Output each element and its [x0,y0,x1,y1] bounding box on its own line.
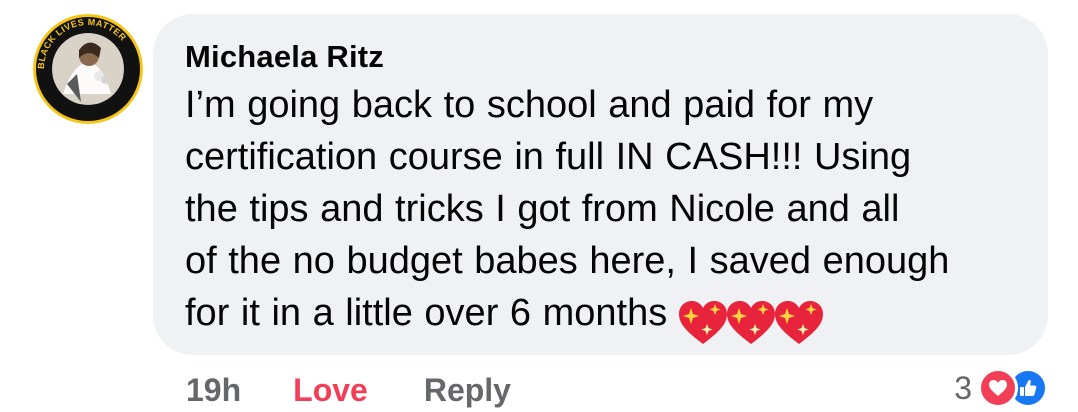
love-button[interactable]: Love [293,372,368,409]
comment-actions: 19h Love Reply [186,368,511,412]
comment-body: I’m going back to school and paid for my… [185,79,1018,347]
reaction-count: 3 [954,369,972,406]
reply-button[interactable]: Reply [424,372,511,409]
sparkling-heart-icon [727,300,776,344]
love-reaction-icon [978,368,1018,408]
comment-bubble: Michaela Ritz I’m going back to school a… [153,14,1048,355]
sparkling-heart-icon [775,300,824,344]
sparkling-heart-icon [679,300,728,344]
avatar[interactable]: BLACK LIVES MATTER [33,14,143,124]
comment-author[interactable]: Michaela Ritz [185,37,1018,77]
avatar-image: BLACK LIVES MATTER [33,14,143,124]
comment-timestamp[interactable]: 19h [186,372,241,409]
comment-text: I’m going back to school and paid for my… [185,84,950,334]
reactions-summary[interactable]: 3 [954,366,1048,410]
emoji-group [677,295,824,347]
